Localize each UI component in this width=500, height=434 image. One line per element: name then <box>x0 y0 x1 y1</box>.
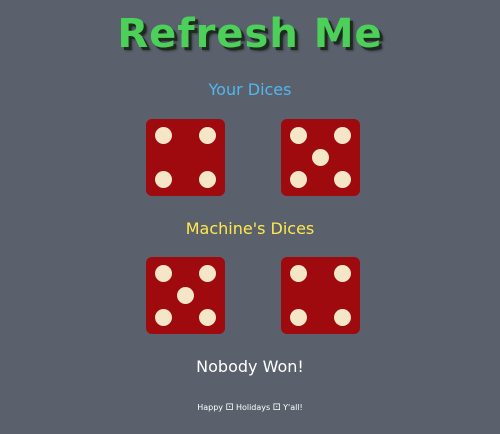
die-pip <box>199 171 216 188</box>
footer-word-holidays: Holidays <box>235 403 271 412</box>
die-pip <box>334 265 351 282</box>
player-dice-label: Your Dices <box>208 80 292 99</box>
die-pip <box>334 127 351 144</box>
player-die-1 <box>146 119 225 196</box>
player-die-2 <box>281 119 360 196</box>
die-pip <box>334 171 351 188</box>
die-pip <box>155 265 172 282</box>
die-glyph-icon: ⚀ <box>272 403 281 413</box>
die-pip <box>155 309 172 326</box>
die-pip <box>155 127 172 144</box>
die-pip <box>199 127 216 144</box>
footer-word-happy: Happy <box>197 403 224 412</box>
die-pip <box>312 149 329 166</box>
die-pip <box>334 309 351 326</box>
game-result-text: Nobody Won! <box>196 357 304 376</box>
die-glyph-icon: ⚀ <box>225 403 234 413</box>
die-pip <box>177 287 194 304</box>
footer: Happy ⚀ Holidays ⚀ Y'all! <box>0 402 500 414</box>
page-title: Refresh Me <box>117 11 383 57</box>
die-pip <box>199 309 216 326</box>
die-pip <box>199 265 216 282</box>
die-pip <box>155 171 172 188</box>
die-pip <box>290 309 307 326</box>
machine-die-2 <box>281 257 360 334</box>
machine-die-1 <box>146 257 225 334</box>
die-pip <box>290 171 307 188</box>
footer-word-yall: Y'all! <box>283 403 303 412</box>
die-pip <box>290 265 307 282</box>
die-pip <box>290 127 307 144</box>
machine-dice-label: Machine's Dices <box>185 219 315 238</box>
